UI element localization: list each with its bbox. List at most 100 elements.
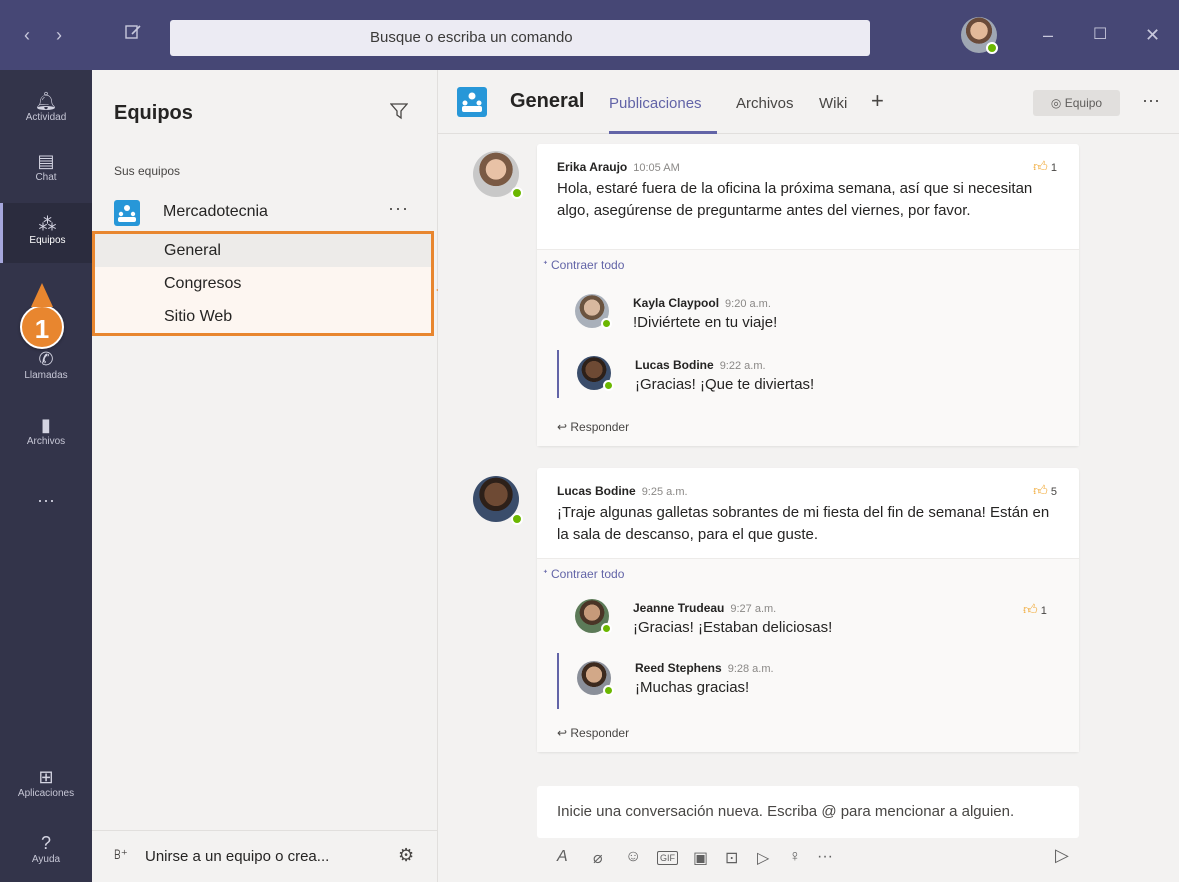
more-options-icon[interactable]: ··· [817, 848, 833, 866]
channel-title: General [510, 90, 585, 112]
presence-available-icon [603, 380, 614, 391]
reply-text: ¡Muchas gracias! [635, 679, 750, 696]
channel-list: General Congresos Sitio Web [92, 231, 434, 336]
more-apps-button[interactable]: ··· [0, 490, 92, 526]
like-count[interactable]: 👍︎ 5 [1033, 482, 1057, 499]
post-text: Hola, estaré fuera de la oficina la próx… [557, 180, 1033, 219]
send-icon[interactable]: ▷ [1055, 845, 1069, 866]
reply-time: 9:20 a.m. [725, 298, 771, 310]
file-icon: ▮ [41, 415, 51, 435]
title-bar: ‹ › Busque o escriba un comando – ☐ ✕ [0, 0, 1179, 70]
thumbs-up-icon: 👍︎ [1033, 482, 1048, 498]
settings-icon[interactable]: ⚙ [398, 845, 414, 866]
add-tab-icon[interactable]: + [871, 88, 884, 114]
teams-icon: ⁂ [38, 214, 57, 234]
presence-available-icon [601, 623, 612, 634]
reply-button[interactable]: ↩ Responder [557, 420, 629, 434]
team-item-mercadotecnia[interactable]: Mercadotecnia ··· [114, 196, 414, 228]
like-count[interactable]: 👍︎ 1 [1033, 158, 1057, 175]
tab-archivos[interactable]: Archivos [736, 95, 794, 112]
collapse-all-link[interactable]: ᐩ Contraer todo [543, 258, 624, 272]
channel-item-congresos[interactable]: Congresos [95, 267, 431, 300]
more-options-icon[interactable]: ··· [388, 198, 409, 219]
rail-item-archivos[interactable]: ▮ Archivos [0, 408, 92, 464]
reply-text: !Diviértete en tu viaje! [633, 314, 778, 331]
reply-item: Jeanne Trudeau 9:27 a.m. ¡Gracias! ¡Estab… [557, 599, 1057, 643]
phone-icon: ✆ [38, 349, 54, 369]
reply-time: 9:27 a.m. [730, 603, 777, 615]
reply-text: ¡Gracias! ¡Estaban deliciosas! [633, 619, 833, 636]
format-icon[interactable]: A [557, 848, 568, 866]
post-author: Lucas Bodine [557, 484, 636, 498]
thumbs-up-icon: 👍︎ [1033, 158, 1048, 174]
post-text: ¡Traje algunas galletas sobrantes de mi … [557, 504, 1050, 543]
back-icon[interactable]: ‹ [24, 22, 30, 48]
minimize-icon[interactable]: – [1043, 22, 1053, 48]
help-icon: ? [40, 833, 51, 853]
post-meta: Erika Araujo 10:05 AM [557, 158, 1059, 176]
post-card: Lucas Bodine 9:25 a.m. ¡Traje algunas gal… [537, 468, 1079, 752]
rail-item-ayuda[interactable]: ? Ayuda [0, 826, 92, 882]
reply-text: ¡Gracias! ¡Que te diviertas! [635, 376, 815, 393]
channel-header: General Publicaciones Archivos Wiki + ◎ … [438, 70, 1179, 134]
search-input[interactable]: Busque o escriba un comando [170, 20, 870, 56]
thumbs-up-icon: 👍︎ [1023, 601, 1038, 617]
presence-available-icon [511, 187, 523, 199]
post-author: Erika Araujo [557, 160, 628, 174]
rail-item-chat[interactable]: ▤ Chat [0, 144, 92, 200]
team-avatar [114, 200, 140, 226]
attach-icon[interactable]: ⌀ [593, 848, 603, 868]
stream-icon[interactable]: ▷ [757, 848, 769, 868]
post-time: 10:05 AM [633, 162, 680, 174]
presence-available-icon [511, 513, 523, 525]
compose-icon[interactable] [124, 22, 142, 48]
apps-icon: ⊞ [38, 767, 54, 787]
reply-item: Reed Stephens 9:28 a.m. ¡Muchas gracias! [557, 653, 1057, 709]
reply-author: Jeanne Trudeau [633, 601, 725, 615]
rail-item-aplicaciones[interactable]: ⊞ Aplicaciones [0, 760, 92, 816]
like-count[interactable]: 👍︎ 1 [1023, 601, 1047, 618]
reply-arrow-icon: ↩ [557, 420, 571, 434]
reply-time: 9:28 a.m. [727, 663, 774, 675]
team-button[interactable]: ◎ Equipo [1033, 90, 1120, 116]
team-name: Mercadotecnia [163, 203, 268, 220]
gif-icon[interactable]: GIF [657, 851, 678, 865]
callout-1-pointer [31, 283, 53, 307]
teams-panel: Equipos Sus equipos Mercadotecnia ··· Ge… [92, 70, 438, 882]
channel-item-general[interactable]: General [95, 234, 431, 267]
reply-button[interactable]: ↩ Responder [557, 726, 629, 740]
app-rail: 🔔︎ Actividad ▤ Chat ⁂ Equipos ✆ Llamadas… [0, 70, 92, 882]
compose-input[interactable]: Inicie una conversación nueva. Escriba @… [537, 786, 1079, 838]
emoji-icon[interactable]: ☺ [625, 848, 641, 866]
presence-available-icon [603, 685, 614, 696]
collapse-all-link[interactable]: ᐩ Contraer todo [543, 567, 624, 581]
forward-icon[interactable]: › [56, 22, 62, 48]
reply-item: Kayla Claypool 9:20 a.m. !Diviértete en t… [557, 294, 1057, 334]
rail-item-llamadas[interactable]: ✆ Llamadas [0, 342, 92, 398]
reply-arrow-icon: ↩ [557, 726, 571, 740]
filter-icon[interactable] [390, 102, 408, 120]
section-label: Sus equipos [114, 164, 181, 178]
maximize-icon[interactable]: ☐ [1093, 22, 1107, 48]
sticker-icon[interactable]: ▣ [693, 848, 708, 868]
rail-item-equipos[interactable]: ⁂ Equipos [0, 203, 92, 263]
praise-icon[interactable]: ♀ [789, 848, 801, 866]
reply-author: Reed Stephens [635, 661, 722, 675]
tab-wiki[interactable]: Wiki [819, 95, 847, 112]
join-team-row[interactable]: ꕗ⁺ Unirse a un equipo o crea... ⚙ [92, 830, 438, 882]
close-icon[interactable]: ✕ [1145, 22, 1160, 48]
replies-section: ᐩ Contraer todo Jeanne Trudeau 9:27 a.m. … [537, 558, 1079, 752]
rail-item-actividad[interactable]: 🔔︎ Actividad [0, 84, 92, 140]
join-team-label: Unirse a un equipo o crea... [145, 848, 330, 865]
channel-team-icon [457, 87, 487, 117]
meet-now-icon[interactable]: ⊡ [725, 848, 738, 868]
active-tab-indicator [609, 131, 717, 134]
presence-available-icon [986, 42, 998, 54]
more-options-icon[interactable]: ··· [1142, 90, 1160, 111]
post-card: Erika Araujo 10:05 AM Hola, estaré fuera … [537, 144, 1079, 446]
tab-publicaciones[interactable]: Publicaciones [609, 95, 702, 112]
join-team-icon: ꕗ⁺ [114, 847, 128, 862]
panel-title: Equipos [114, 102, 193, 124]
channel-item-sitio-web[interactable]: Sitio Web [95, 300, 431, 333]
compose-toolbar: A ⌀ ☺ GIF ▣ ⊡ ▷ ♀ ··· ▷ [537, 842, 1079, 874]
